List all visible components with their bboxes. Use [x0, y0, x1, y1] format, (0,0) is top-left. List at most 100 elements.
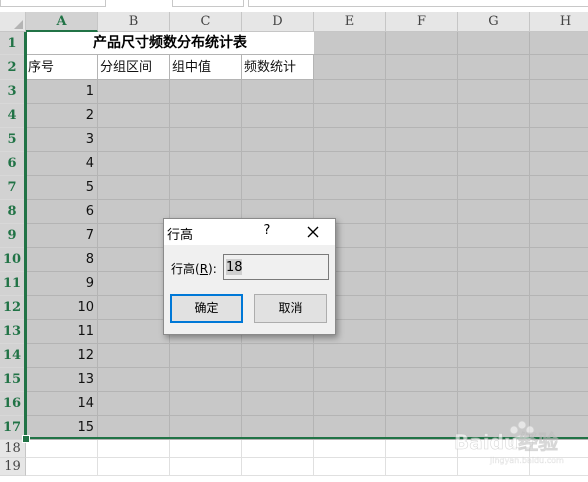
- cell[interactable]: [242, 344, 314, 368]
- cell[interactable]: [386, 320, 458, 344]
- cell[interactable]: [98, 128, 170, 152]
- cell[interactable]: [98, 200, 170, 224]
- row-header-12[interactable]: 12: [0, 296, 26, 320]
- row-height-input[interactable]: [223, 254, 329, 280]
- cell[interactable]: [98, 104, 170, 128]
- cell[interactable]: [458, 392, 530, 416]
- header-cell[interactable]: 组中值: [170, 55, 242, 80]
- cell[interactable]: [530, 55, 588, 80]
- cell[interactable]: [170, 458, 242, 476]
- column-header-g[interactable]: G: [458, 12, 530, 32]
- cell[interactable]: [386, 80, 458, 104]
- cell[interactable]: [386, 200, 458, 224]
- cell[interactable]: [170, 392, 242, 416]
- cell[interactable]: [458, 176, 530, 200]
- cell[interactable]: [242, 104, 314, 128]
- sequence-cell[interactable]: 9: [26, 272, 98, 296]
- cell[interactable]: [242, 128, 314, 152]
- sequence-cell[interactable]: 10: [26, 296, 98, 320]
- cell[interactable]: [386, 272, 458, 296]
- cell[interactable]: [530, 248, 588, 272]
- cell[interactable]: [314, 152, 386, 176]
- cell[interactable]: [242, 176, 314, 200]
- cell[interactable]: [530, 32, 588, 55]
- sequence-cell[interactable]: 3: [26, 128, 98, 152]
- row-header-5[interactable]: 5: [0, 128, 26, 152]
- cell[interactable]: [386, 296, 458, 320]
- cell[interactable]: [98, 440, 170, 458]
- cell[interactable]: [242, 80, 314, 104]
- cell[interactable]: [458, 224, 530, 248]
- cell[interactable]: [530, 80, 588, 104]
- sheet-title-cell[interactable]: 产品尺寸频数分布统计表: [26, 32, 314, 55]
- column-header-e[interactable]: E: [314, 12, 386, 32]
- row-header-14[interactable]: 14: [0, 344, 26, 368]
- help-icon[interactable]: ?: [260, 223, 274, 239]
- cell[interactable]: [530, 320, 588, 344]
- cell[interactable]: [386, 440, 458, 458]
- cell[interactable]: [458, 55, 530, 80]
- row-header-10[interactable]: 10: [0, 248, 26, 272]
- cell[interactable]: [458, 152, 530, 176]
- column-header-b[interactable]: B: [98, 12, 170, 32]
- cell[interactable]: [314, 176, 386, 200]
- formula-function-box[interactable]: [172, 0, 244, 7]
- column-header-h[interactable]: H: [530, 12, 588, 32]
- cell[interactable]: [386, 176, 458, 200]
- select-all-corner[interactable]: [0, 12, 26, 32]
- row-header-9[interactable]: 9: [0, 224, 26, 248]
- cell[interactable]: [242, 368, 314, 392]
- cell[interactable]: [386, 392, 458, 416]
- sequence-cell[interactable]: 7: [26, 224, 98, 248]
- cell[interactable]: [242, 152, 314, 176]
- cell[interactable]: [458, 80, 530, 104]
- row-header-16[interactable]: 16: [0, 392, 26, 416]
- cell[interactable]: [458, 128, 530, 152]
- row-header-6[interactable]: 6: [0, 152, 26, 176]
- cell[interactable]: [314, 344, 386, 368]
- cell[interactable]: [386, 32, 458, 55]
- cell[interactable]: [314, 458, 386, 476]
- sequence-cell[interactable]: 5: [26, 176, 98, 200]
- row-header-19[interactable]: 19: [0, 458, 26, 476]
- cell[interactable]: [98, 296, 170, 320]
- sequence-cell[interactable]: 6: [26, 200, 98, 224]
- cell[interactable]: [386, 224, 458, 248]
- cell[interactable]: [170, 344, 242, 368]
- cell[interactable]: [242, 392, 314, 416]
- row-header-1[interactable]: 1: [0, 32, 26, 55]
- cell[interactable]: [26, 458, 98, 476]
- sequence-cell[interactable]: 4: [26, 152, 98, 176]
- cell[interactable]: [242, 458, 314, 476]
- cell[interactable]: [170, 152, 242, 176]
- cell[interactable]: [98, 176, 170, 200]
- close-icon[interactable]: [304, 223, 322, 241]
- row-header-3[interactable]: 3: [0, 80, 26, 104]
- cell[interactable]: [530, 392, 588, 416]
- formula-input[interactable]: [248, 0, 588, 7]
- row-header-13[interactable]: 13: [0, 320, 26, 344]
- cell[interactable]: [458, 32, 530, 55]
- ok-button[interactable]: 确定: [170, 294, 243, 323]
- cell[interactable]: [386, 152, 458, 176]
- cell[interactable]: [458, 296, 530, 320]
- header-cell[interactable]: 序号: [26, 55, 98, 80]
- cell[interactable]: [458, 320, 530, 344]
- sequence-cell[interactable]: 14: [26, 392, 98, 416]
- sequence-cell[interactable]: 8: [26, 248, 98, 272]
- header-cell[interactable]: 分组区间: [98, 55, 170, 80]
- fill-handle[interactable]: [22, 435, 30, 443]
- cell[interactable]: [386, 55, 458, 80]
- row-header-8[interactable]: 8: [0, 200, 26, 224]
- sequence-cell[interactable]: 1: [26, 80, 98, 104]
- cell[interactable]: [26, 440, 98, 458]
- cell[interactable]: [98, 344, 170, 368]
- cell[interactable]: [170, 128, 242, 152]
- cell[interactable]: [386, 458, 458, 476]
- cell[interactable]: [458, 344, 530, 368]
- sequence-cell[interactable]: 12: [26, 344, 98, 368]
- cell[interactable]: [170, 368, 242, 392]
- cell[interactable]: [170, 440, 242, 458]
- cell[interactable]: [98, 392, 170, 416]
- cell[interactable]: [530, 104, 588, 128]
